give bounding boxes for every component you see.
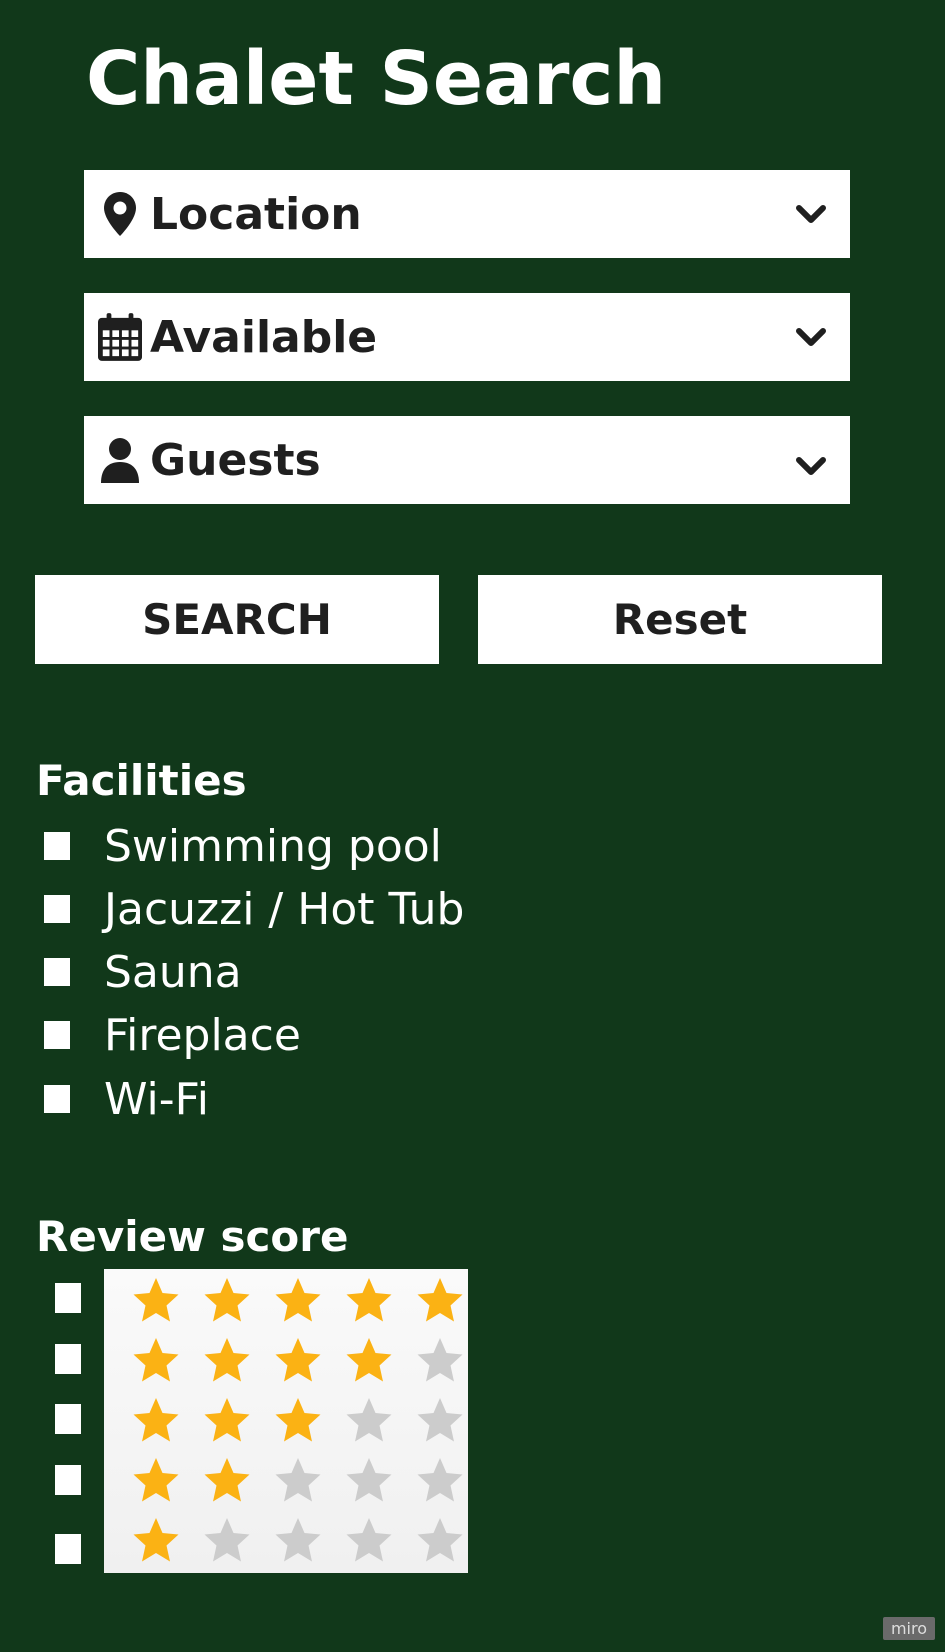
star-empty-icon [404, 1511, 475, 1569]
location-dropdown[interactable]: Location [84, 170, 850, 258]
star-filled-icon [333, 1331, 404, 1389]
star-row-4 [120, 1331, 475, 1389]
facility-label: Sauna [104, 946, 242, 998]
star-filled-icon [120, 1451, 191, 1509]
location-label: Location [150, 188, 362, 240]
star-empty-icon [404, 1451, 475, 1509]
star-empty-icon [333, 1451, 404, 1509]
star-filled-icon [262, 1331, 333, 1389]
star-empty-icon [404, 1391, 475, 1449]
chevron-down-icon [794, 450, 828, 484]
star-rating-image [104, 1269, 468, 1573]
map-pin-icon [98, 189, 142, 239]
available-label: Available [150, 311, 378, 363]
star-empty-icon [262, 1511, 333, 1569]
checkbox[interactable] [44, 958, 70, 986]
star-filled-icon [120, 1391, 191, 1449]
facility-option-jacuzzi[interactable]: Jacuzzi / Hot Tub [44, 879, 465, 939]
facility-option-fireplace[interactable]: Fireplace [44, 1005, 301, 1065]
search-button[interactable]: SEARCH [35, 575, 439, 664]
guests-label: Guests [150, 434, 321, 486]
review-checkbox-3[interactable] [55, 1404, 81, 1434]
star-filled-icon [262, 1391, 333, 1449]
page-title: Chalet Search [86, 36, 667, 122]
star-empty-icon [333, 1391, 404, 1449]
checkbox[interactable] [44, 1021, 70, 1049]
star-filled-icon [191, 1451, 262, 1509]
star-row-3 [120, 1391, 475, 1449]
review-checkbox-1[interactable] [55, 1534, 81, 1564]
review-checkbox-5[interactable] [55, 1283, 81, 1313]
star-row-1 [120, 1511, 475, 1569]
star-row-2 [120, 1451, 475, 1509]
star-filled-icon [333, 1271, 404, 1329]
facility-option-wifi[interactable]: Wi-Fi [44, 1069, 209, 1129]
calendar-icon [98, 312, 142, 362]
star-filled-icon [120, 1331, 191, 1389]
star-empty-icon [262, 1451, 333, 1509]
star-filled-icon [191, 1331, 262, 1389]
star-filled-icon [191, 1391, 262, 1449]
review-checkbox-4[interactable] [55, 1344, 81, 1374]
star-filled-icon [120, 1271, 191, 1329]
facility-option-sauna[interactable]: Sauna [44, 942, 242, 1002]
star-filled-icon [120, 1511, 191, 1569]
facilities-title: Facilities [36, 756, 247, 805]
guests-dropdown[interactable]: Guests [84, 416, 850, 504]
person-icon [98, 435, 142, 485]
star-empty-icon [404, 1331, 475, 1389]
review-score-title: Review score [36, 1212, 349, 1261]
checkbox[interactable] [44, 895, 70, 923]
star-filled-icon [404, 1271, 475, 1329]
checkbox[interactable] [44, 1085, 70, 1113]
reset-button[interactable]: Reset [478, 575, 882, 664]
star-empty-icon [191, 1511, 262, 1569]
facility-label: Wi-Fi [104, 1073, 209, 1125]
facility-label: Fireplace [104, 1009, 301, 1061]
available-dropdown[interactable]: Available [84, 293, 850, 381]
facility-label: Swimming pool [104, 820, 442, 872]
facility-label: Jacuzzi / Hot Tub [104, 883, 465, 935]
chevron-down-icon [794, 321, 828, 355]
review-checkbox-2[interactable] [55, 1465, 81, 1495]
facility-option-swimming-pool[interactable]: Swimming pool [44, 816, 442, 876]
chevron-down-icon [794, 198, 828, 232]
star-row-5 [120, 1271, 475, 1329]
star-empty-icon [333, 1511, 404, 1569]
star-filled-icon [191, 1271, 262, 1329]
chalet-search-panel: Chalet Search Location Available Guests … [0, 0, 945, 1652]
star-filled-icon [262, 1271, 333, 1329]
checkbox[interactable] [44, 832, 70, 860]
miro-badge: miro [882, 1617, 935, 1640]
